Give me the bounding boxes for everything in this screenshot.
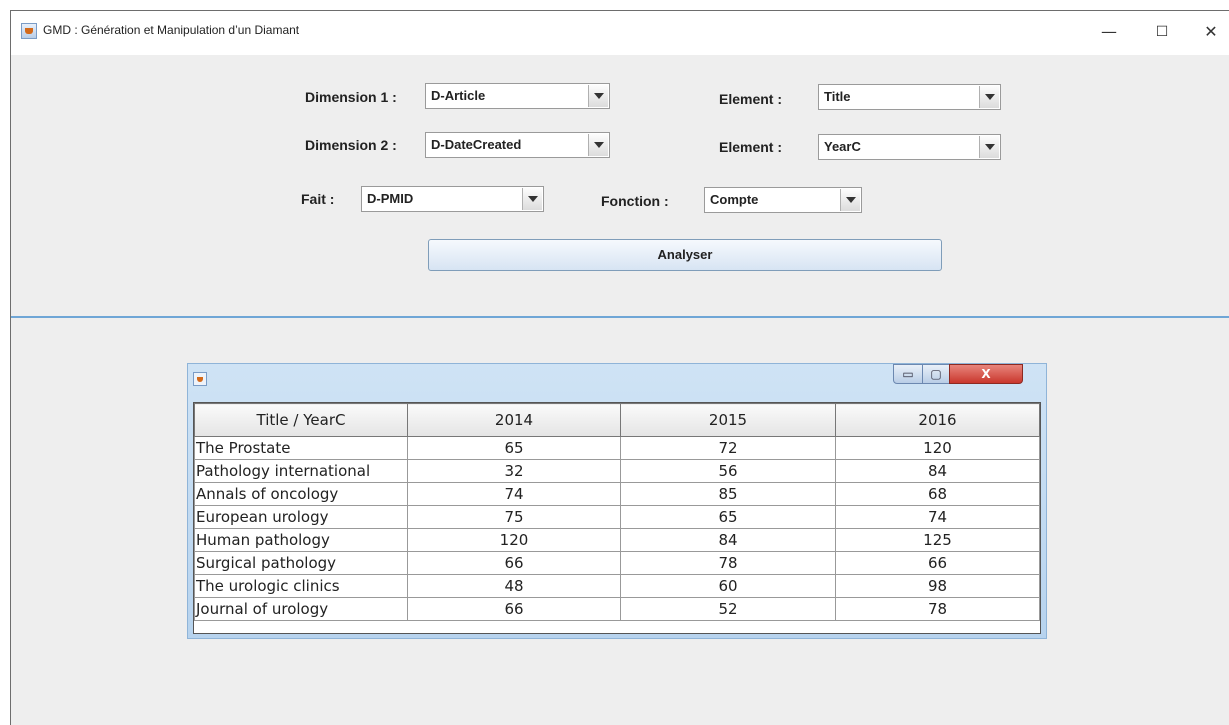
chevron-down-icon[interactable] [588,85,608,107]
result-minimize-button[interactable]: ▭ [893,364,923,384]
value-cell[interactable]: 74 [835,505,1040,529]
value-cell[interactable]: 56 [620,459,836,483]
title-bar: GMD : Génération et Manipulation d’un Di… [11,11,1229,55]
fonction-select[interactable]: Compte [704,187,862,213]
value-cell[interactable]: 78 [835,597,1040,621]
maximize-button[interactable]: ☐ [1142,17,1182,47]
analyser-button[interactable]: Analyser [428,239,942,271]
value-cell[interactable]: 84 [835,459,1040,483]
value-cell[interactable]: 84 [620,528,836,552]
element2-value: YearC [824,139,861,154]
element2-select[interactable]: YearC [818,134,1001,160]
value-cell[interactable]: 125 [835,528,1040,552]
table-row[interactable]: Journal of urology 66 52 78 [194,597,1040,621]
table-row[interactable]: Annals of oncology 74 85 68 [194,482,1040,506]
chevron-down-icon[interactable] [979,136,999,158]
fait-value: D-PMID [367,191,414,206]
result-table: Title / YearC 2014 2015 2016 The Prostat… [194,403,1040,621]
dimension2-label: Dimension 2 : [305,137,397,153]
java-app-icon [193,372,207,386]
divider [11,316,1229,318]
value-cell[interactable]: 32 [407,459,621,483]
fonction-value: Compte [710,192,759,207]
value-cell[interactable]: 60 [620,574,836,598]
value-cell[interactable]: 68 [835,482,1040,506]
dimension1-select[interactable]: D-Article [425,83,610,109]
result-window-titlebar[interactable]: ▭ ▢ X [188,364,1046,396]
value-cell[interactable]: 48 [407,574,621,598]
value-cell[interactable]: 75 [407,505,621,529]
chevron-down-icon[interactable] [979,86,999,108]
value-cell[interactable]: 65 [407,436,621,460]
value-cell[interactable]: 72 [620,436,836,460]
result-maximize-button[interactable]: ▢ [922,364,950,384]
table-row[interactable]: European urology 75 65 74 [194,505,1040,529]
table-row[interactable]: The Prostate 65 72 120 [194,436,1040,460]
title-cell[interactable]: Surgical pathology [194,551,408,575]
fait-label: Fait : [301,191,335,207]
value-cell[interactable]: 120 [835,436,1040,460]
title-cell[interactable]: Human pathology [194,528,408,552]
value-cell[interactable]: 66 [407,597,621,621]
value-cell[interactable]: 66 [835,551,1040,575]
value-cell[interactable]: 78 [620,551,836,575]
value-cell[interactable]: 74 [407,482,621,506]
element2-label: Element : [719,139,783,155]
dimension1-value: D-Article [431,88,486,103]
table-header-row: Title / YearC 2014 2015 2016 [194,403,1040,437]
result-close-button[interactable]: X [949,364,1023,384]
result-window: ▭ ▢ X Title / YearC 2014 2015 2016 The P… [187,363,1047,639]
table-row[interactable]: Human pathology 120 84 125 [194,528,1040,552]
dimension2-value: D-DateCreated [431,137,522,152]
title-cell[interactable]: The urologic clinics [194,574,408,598]
column-header[interactable]: Title / YearC [194,403,408,437]
table-row[interactable]: The urologic clinics 48 60 98 [194,574,1040,598]
chevron-down-icon[interactable] [522,188,542,210]
fait-select[interactable]: D-PMID [361,186,544,212]
column-header[interactable]: 2016 [835,403,1040,437]
close-button[interactable]: ✕ [1191,17,1229,47]
title-cell[interactable]: Pathology international [194,459,408,483]
table-row[interactable]: Surgical pathology 66 78 66 [194,551,1040,575]
dimension1-label: Dimension 1 : [305,89,397,105]
element1-label: Element : [719,91,783,107]
main-window: GMD : Génération et Manipulation d’un Di… [10,10,1229,725]
minimize-button[interactable]: — [1089,17,1129,47]
value-cell[interactable]: 52 [620,597,836,621]
title-cell[interactable]: The Prostate [194,436,408,460]
element1-select[interactable]: Title [818,84,1001,110]
value-cell[interactable]: 120 [407,528,621,552]
value-cell[interactable]: 85 [620,482,836,506]
dimension2-select[interactable]: D-DateCreated [425,132,610,158]
fonction-label: Fonction : [601,193,669,209]
column-header[interactable]: 2015 [620,403,836,437]
title-cell[interactable]: Annals of oncology [194,482,408,506]
chevron-down-icon[interactable] [588,134,608,156]
column-header[interactable]: 2014 [407,403,621,437]
value-cell[interactable]: 65 [620,505,836,529]
value-cell[interactable]: 98 [835,574,1040,598]
value-cell[interactable]: 66 [407,551,621,575]
title-cell[interactable]: Journal of urology [194,597,408,621]
element1-value: Title [824,89,851,104]
table-row[interactable]: Pathology international 32 56 84 [194,459,1040,483]
title-cell[interactable]: European urology [194,505,408,529]
window-title: GMD : Génération et Manipulation d’un Di… [43,23,300,37]
result-table-container: Title / YearC 2014 2015 2016 The Prostat… [193,402,1041,634]
java-app-icon [21,23,37,39]
chevron-down-icon[interactable] [840,189,860,211]
